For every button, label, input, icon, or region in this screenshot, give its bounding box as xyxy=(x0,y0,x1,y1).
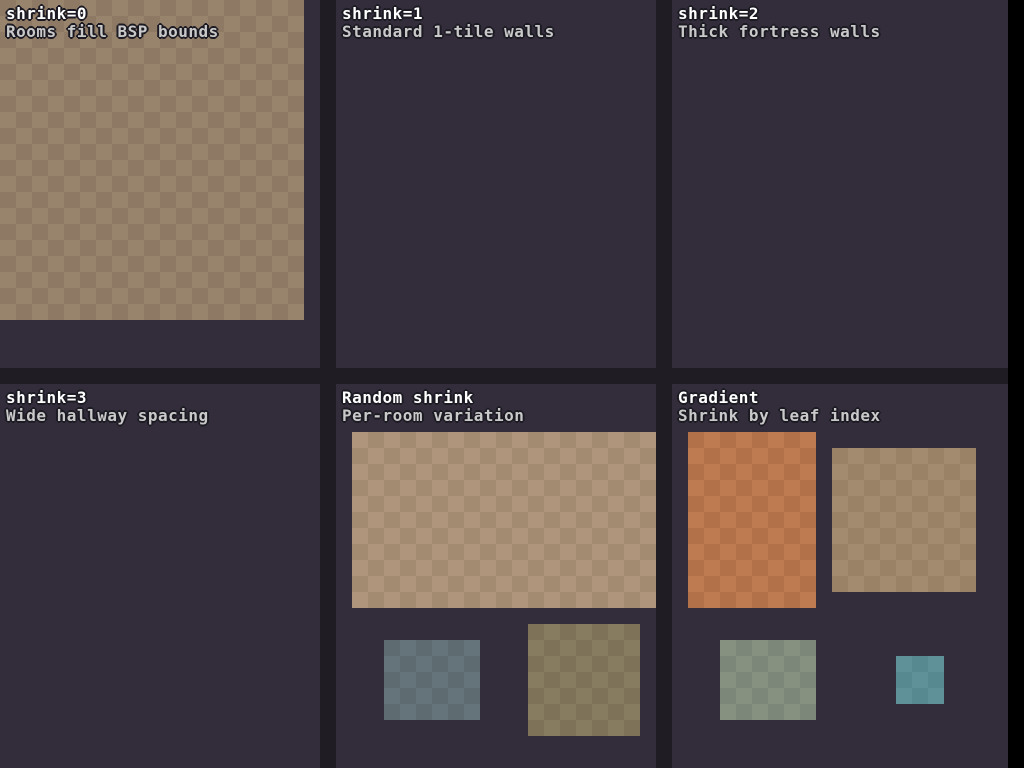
room-rect xyxy=(528,624,640,736)
panel-title: shrink=0 xyxy=(6,5,219,23)
room-rect xyxy=(0,0,304,320)
panel-title: shrink=1 xyxy=(342,5,555,23)
panel-title: Random shrink xyxy=(342,389,524,407)
panel-caption: Gradient Shrink by leaf index xyxy=(678,389,881,425)
bsp-panel-shrink-1: shrink=1 Standard 1-tile walls xyxy=(336,0,656,368)
bsp-panel-random-shrink: Random shrink Per-room variation xyxy=(336,384,656,768)
panel-caption: Random shrink Per-room variation xyxy=(342,389,524,425)
panel-title: shrink=3 xyxy=(6,389,209,407)
panel-title: Gradient xyxy=(678,389,881,407)
panel-title: shrink=2 xyxy=(678,5,881,23)
bsp-panel-gradient: Gradient Shrink by leaf index xyxy=(672,384,1008,768)
panel-subtitle: Rooms fill BSP bounds xyxy=(6,23,219,41)
bsp-panel-shrink-0: shrink=0 Rooms fill BSP bounds xyxy=(0,0,320,368)
bsp-panel-shrink-2: shrink=2 Thick fortress walls xyxy=(672,0,1008,368)
room-rect xyxy=(832,448,976,592)
room-rect xyxy=(720,640,816,720)
panel-caption: shrink=0 Rooms fill BSP bounds xyxy=(6,5,219,41)
room-rect xyxy=(384,640,480,720)
panel-subtitle: Per-room variation xyxy=(342,407,524,425)
panel-caption: shrink=1 Standard 1-tile walls xyxy=(342,5,555,41)
panel-subtitle: Shrink by leaf index xyxy=(678,407,881,425)
bsp-panel-shrink-3: shrink=3 Wide hallway spacing xyxy=(0,384,320,768)
bsp-demo-canvas: shrink=0 Rooms fill BSP bounds shrink=1 … xyxy=(0,0,1024,768)
room-rect xyxy=(896,656,944,704)
panel-subtitle: Wide hallway spacing xyxy=(6,407,209,425)
panel-subtitle: Standard 1-tile walls xyxy=(342,23,555,41)
room-rect xyxy=(352,432,656,608)
panel-caption: shrink=2 Thick fortress walls xyxy=(678,5,881,41)
panel-caption: shrink=3 Wide hallway spacing xyxy=(6,389,209,425)
panel-subtitle: Thick fortress walls xyxy=(678,23,881,41)
room-rect xyxy=(688,432,816,608)
